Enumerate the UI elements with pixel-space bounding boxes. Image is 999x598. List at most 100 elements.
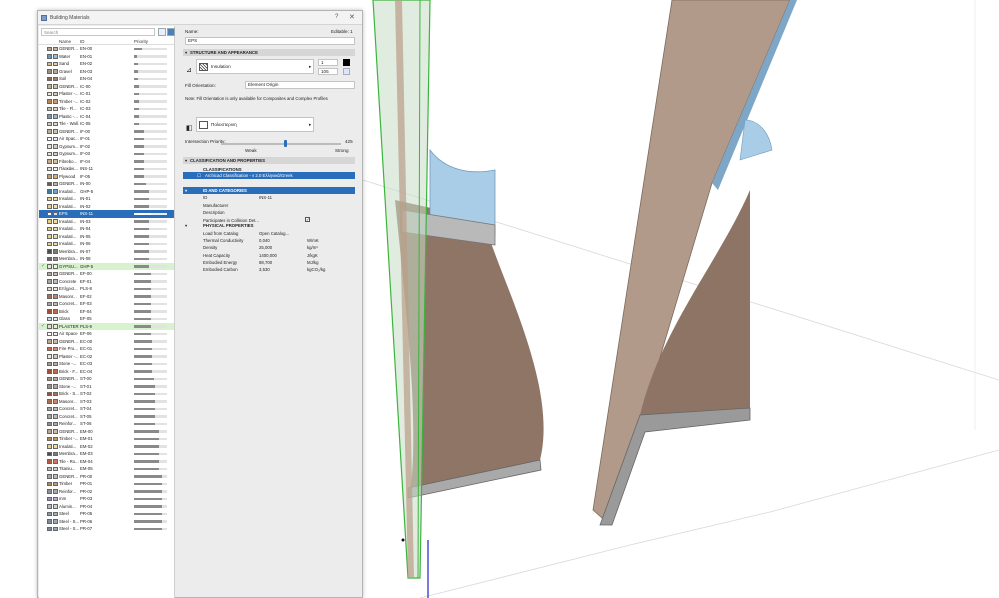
intersection-priority-slider[interactable] <box>221 140 341 147</box>
column-priority[interactable]: Priority <box>134 39 148 44</box>
list-item[interactable]: Reinfor... ST-06 <box>39 420 174 428</box>
property-row[interactable]: Load from Catalog Open Catalog... <box>203 230 353 237</box>
list-item[interactable]: Brick EF-04 <box>39 308 174 316</box>
list-item[interactable]: EPS INS-11 <box>39 210 174 218</box>
property-value[interactable]: INS-11 <box>259 194 272 201</box>
list-item[interactable]: Soil EN-04 <box>39 75 174 83</box>
list-item[interactable]: Masonr... ST-03 <box>39 398 174 406</box>
list-item[interactable]: Brick - S... ST-02 <box>39 390 174 398</box>
id-categories-header[interactable]: ▾ ID AND CATEGORIES <box>183 187 355 194</box>
list-item[interactable]: Masonr... EF-02 <box>39 293 174 301</box>
list-item[interactable]: Membra... EM-03 <box>39 450 174 458</box>
list-item[interactable]: Brick - F... EC-04 <box>39 368 174 376</box>
property-value[interactable]: 0,040 <box>259 237 270 244</box>
list-item[interactable]: Alumin... PR-04 <box>39 503 174 511</box>
close-icon[interactable]: ✕ <box>349 13 355 21</box>
help-icon[interactable]: ? <box>335 14 338 20</box>
list-item[interactable]: Fire Pro... EC-01 <box>39 345 174 353</box>
list-item[interactable]: Insulati... IN-04 <box>39 225 174 233</box>
list-item[interactable]: Steel - S... PR-07 <box>39 525 174 533</box>
list-item[interactable]: Insulati... IN-01 <box>39 195 174 203</box>
name-input[interactable]: EPS <box>185 37 355 45</box>
pen-1-field[interactable]: 1 <box>318 59 338 66</box>
list-item[interactable]: Timber -... IC-02 <box>39 98 174 106</box>
list-item[interactable]: Concret... ST-04 <box>39 405 174 413</box>
list-item[interactable]: Plastic -... IC-04 <box>39 113 174 121</box>
list-item[interactable]: Steel PR-05 <box>39 510 174 518</box>
list-item[interactable]: GENER... IN-00 <box>39 180 174 188</box>
list-item[interactable]: Plaster -... IC-01 <box>39 90 174 98</box>
list-item[interactable]: Steel - S... PR-06 <box>39 518 174 526</box>
list-item[interactable]: Tile - Wall...IC-05 <box>39 120 174 128</box>
list-item[interactable]: GENER... IC-00 <box>39 83 174 91</box>
list-view-icon[interactable] <box>167 28 175 36</box>
property-row[interactable]: Heat Capacity 1400,000 J/kgK <box>203 252 353 259</box>
list-item[interactable]: Πλακάκι... INS-11 <box>39 165 174 173</box>
list-item[interactable]: Gypsum... IF-03 <box>39 150 174 158</box>
list-item[interactable]: GENER... EM-00 <box>39 428 174 436</box>
property-row[interactable]: Embodied Energy 88,700 MJ/kg <box>203 259 353 266</box>
list-item[interactable]: ✓ GYPSU... GHP-5 <box>39 262 174 270</box>
property-value[interactable]: 88,700 <box>259 259 272 266</box>
pen-color-black[interactable] <box>343 59 350 66</box>
fill-orientation-select[interactable]: Element Origin <box>245 81 355 89</box>
fill-dropdown[interactable]: Insulation ▸ <box>196 59 314 74</box>
list-item[interactable]: Timber -... EM-01 <box>39 435 174 443</box>
property-row[interactable]: Density 25,000 kg/m³ <box>203 244 353 251</box>
physical-properties-header[interactable]: ▾ PHYSICAL PROPERTIES <box>183 222 355 229</box>
list-item[interactable]: Glass EF-05 <box>39 315 174 323</box>
structure-section-header[interactable]: ▾ STRUCTURE AND APPEARANCE <box>183 49 355 56</box>
glass-panel[interactable] <box>739 119 773 161</box>
property-row[interactable]: Embodied Carbon 3,530 kgCO₂/kg <box>203 266 353 273</box>
list-item[interactable]: Concrete EF-01 <box>39 278 174 286</box>
property-value[interactable]: 25,000 <box>259 244 272 251</box>
property-value[interactable]: 1400,000 <box>259 252 277 259</box>
list-item[interactable]: Air Space EF-06 <box>39 330 174 338</box>
list-item[interactable]: Timber PR-01 <box>39 480 174 488</box>
list-item[interactable]: Insulati... IN-06 <box>39 240 174 248</box>
property-value[interactable]: 3,530 <box>259 266 270 273</box>
list-item[interactable]: Air Spac... IF-01 <box>39 135 174 143</box>
intersection-priority-value[interactable]: 425 <box>343 139 355 146</box>
list-item[interactable]: Concret... EF-03 <box>39 300 174 308</box>
list-item[interactable]: mm PR-03 <box>39 495 174 503</box>
list-item[interactable]: Fibrebo... IF-04 <box>39 158 174 166</box>
list-item[interactable]: Sand EN-02 <box>39 60 174 68</box>
column-name[interactable]: Name <box>59 39 71 44</box>
list-item[interactable]: Επίχρισ... PLS-8 <box>39 285 174 293</box>
list-item[interactable]: Plywood IF-05 <box>39 173 174 181</box>
property-row[interactable]: Thermal Conductivity 0,040 W/mK <box>203 237 353 244</box>
surface-dropdown[interactable]: Πολυστερινη ▸ <box>196 117 314 132</box>
dialog-titlebar[interactable]: Building Materials ? ✕ <box>38 11 362 25</box>
list-item[interactable]: GENER... IF-00 <box>39 128 174 136</box>
list-item[interactable]: GENER... ST-00 <box>39 375 174 383</box>
hotspot[interactable] <box>401 538 405 542</box>
column-id[interactable]: ID <box>80 39 85 44</box>
list-item[interactable]: Tile - Fl... IC-03 <box>39 105 174 113</box>
list-item[interactable]: Membra... IN-08 <box>39 255 174 263</box>
property-row[interactable]: Description <box>203 209 353 216</box>
property-value[interactable]: Open Catalog... <box>259 230 289 237</box>
list-item[interactable]: GENER... EF-00 <box>39 270 174 278</box>
list-item[interactable]: Plaster -... EC-02 <box>39 353 174 361</box>
list-item[interactable]: Gypsum... IF-02 <box>39 143 174 151</box>
property-row[interactable]: Manufacturer <box>203 202 353 209</box>
pen-color-light[interactable] <box>343 68 350 75</box>
list-item[interactable]: Membra... IN-07 <box>39 248 174 256</box>
slider-knob[interactable] <box>284 140 287 147</box>
list-item[interactable]: ✓ PLASTER PLS-9 <box>39 322 174 330</box>
list-item[interactable]: Titaniu... EM-05 <box>39 465 174 473</box>
list-item[interactable]: Insulati... EM-02 <box>39 443 174 451</box>
list-item[interactable]: Insulati... GHP-5 <box>39 188 174 196</box>
list-item[interactable]: Stone -... EC-03 <box>39 360 174 368</box>
classification-section-header[interactable]: ▾ CLASSIFICATION AND PROPERTIES <box>183 157 355 164</box>
list-item[interactable]: GENER... EC-00 <box>39 338 174 346</box>
list-item[interactable]: Stone -... ST-01 <box>39 383 174 391</box>
pen-2-field[interactable]: 105 <box>318 68 338 75</box>
list-item[interactable]: GENER... EN-00 <box>39 45 174 53</box>
list-item[interactable]: Concret... ST-05 <box>39 413 174 421</box>
list-item[interactable]: Insulati... IN-02 <box>39 203 174 211</box>
property-row[interactable]: ID INS-11 <box>203 194 353 201</box>
list-item[interactable]: Tile - Ro... EM-04 <box>39 458 174 466</box>
classification-row[interactable]: ☐ Archicad Classification - v 2.0 Ελληνι… <box>183 172 355 179</box>
